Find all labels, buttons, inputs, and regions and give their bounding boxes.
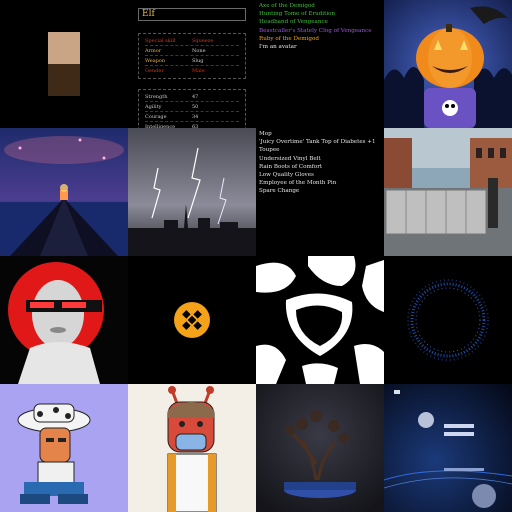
stat-key: Strength	[145, 93, 168, 100]
tile-character-sheet[interactable]: Elf Special skill Squeeze Armor None Wea…	[128, 0, 256, 128]
attribute-value: Male	[192, 68, 205, 74]
coin-logo-image	[174, 302, 210, 338]
character-name: Elf	[138, 8, 246, 21]
attribute-key: Weapon	[145, 57, 166, 64]
loot-item: Spare Change	[259, 188, 300, 195]
loot-item: Hunting Tome of Erudition	[259, 11, 336, 18]
lightning-city-image	[128, 128, 256, 256]
cyber-face-image	[0, 256, 128, 384]
tile-bonsai-tree[interactable]	[256, 384, 384, 512]
tile-coin-logo[interactable]	[128, 256, 256, 384]
space-poster-image	[384, 384, 512, 512]
attribute-value: None	[192, 47, 206, 54]
stat-row: Agility 50	[145, 102, 239, 112]
loot-item: Headband of Vengeance	[259, 19, 328, 26]
stat-value: 47	[192, 93, 199, 100]
stat-value: 50	[192, 103, 199, 110]
loot-item: Mop	[259, 131, 272, 137]
tile-loot-bag-1[interactable]: Axe of the Demigod Hunting Tome of Erudi…	[256, 0, 384, 128]
stat-value: 34	[192, 113, 199, 120]
tile-color-swatch[interactable]	[0, 0, 128, 128]
loot-item: Axe of the Demigod	[259, 3, 315, 9]
attribute-value: Squeeze	[192, 37, 214, 44]
tile-cyber-face[interactable]	[0, 256, 128, 384]
cowboy-character-image	[17, 403, 91, 504]
attribute-key: Special skill	[145, 37, 176, 44]
tile-dotted-ring[interactable]	[384, 256, 512, 384]
attribute-key: Armor	[145, 47, 162, 54]
pumpkin-character-image	[384, 0, 512, 128]
stat-row: Strength 47	[145, 92, 239, 102]
attribute-row: Weapon Slug	[145, 56, 239, 66]
tile-loot-bag-2[interactable]: Mop 'Juicy Overtime' Tank Top of Diabete…	[256, 128, 384, 256]
tile-abstract-bw[interactable]	[256, 256, 384, 384]
stat-key: Courage	[145, 113, 167, 120]
tile-space-poster[interactable]	[384, 384, 512, 512]
tile-neon-pyramid[interactable]	[0, 128, 128, 256]
color-swatch-image	[48, 32, 80, 96]
bug-avatar-image	[167, 386, 217, 512]
loot-item: 'Juicy Overtime' Tank Top of Diabetes +1	[259, 139, 376, 146]
attribute-value: Slug	[192, 57, 204, 64]
tile-pumpkin-character[interactable]	[384, 0, 512, 128]
loot-item: Beastcaller's Stately Clog of Vengeance	[259, 27, 372, 34]
bonsai-tree-image	[256, 384, 384, 512]
attribute-row: Special skill Squeeze	[145, 36, 239, 46]
tile-bug-avatar[interactable]	[128, 384, 256, 512]
attribute-row: Armor None	[145, 46, 239, 56]
stat-key: Agility	[145, 103, 162, 110]
stats-table: Strength 47 Agility 50 Courage 34 Intell…	[138, 89, 246, 128]
tile-street-photo[interactable]	[384, 128, 512, 256]
dotted-ring-image	[407, 279, 489, 361]
loot-item: Employee of the Month Pin	[259, 180, 337, 187]
street-photo-image	[384, 128, 512, 256]
attributes-table: Special skill Squeeze Armor None Weapon …	[138, 33, 246, 79]
tile-lightning-city[interactable]	[128, 128, 256, 256]
loot-item: Ruby of the Demigod	[259, 35, 319, 42]
attribute-key: Gender	[145, 68, 164, 74]
neon-pyramid-image	[0, 128, 128, 256]
stat-row: Courage 34	[145, 112, 239, 122]
nft-gallery-grid: Elf Special skill Squeeze Armor None Wea…	[0, 0, 512, 512]
tile-cowboy-character[interactable]	[0, 384, 128, 512]
loot-item: Toupee	[259, 147, 280, 154]
loot-item: Low Quality Gloves	[259, 172, 314, 179]
abstract-bw-image	[256, 256, 384, 384]
loot-item: Rain Boots of Comfort	[259, 163, 323, 170]
attribute-row: Gender Male	[145, 66, 239, 76]
loot-item: Undersized Vinyl Belt	[259, 155, 321, 162]
loot-item: I'm an avatar	[259, 44, 297, 51]
